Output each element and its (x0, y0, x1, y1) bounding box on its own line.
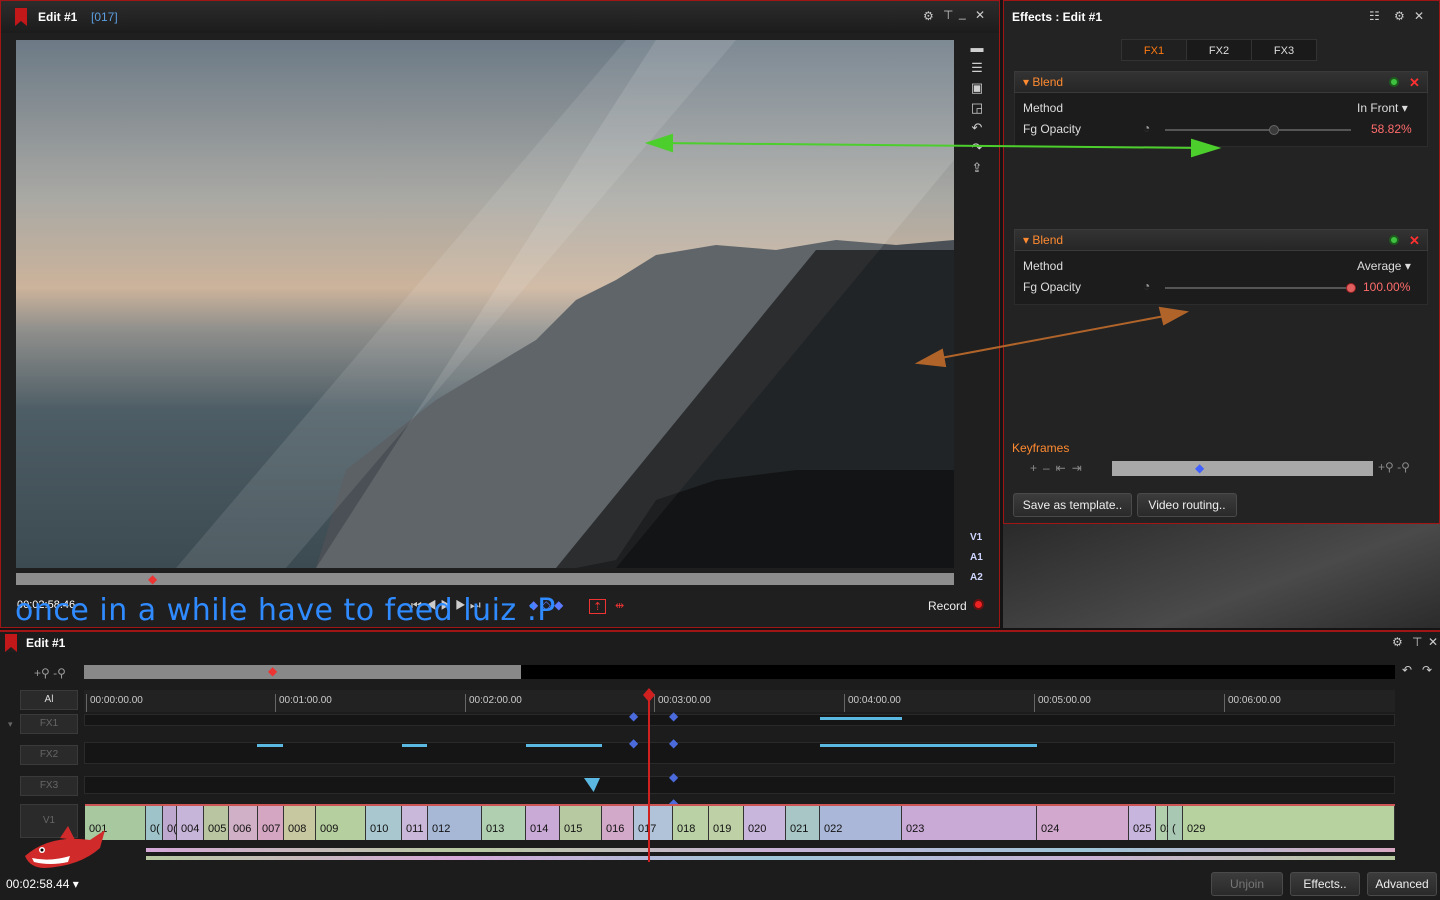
clip[interactable]: 011 (402, 806, 428, 840)
clip[interactable]: 004 (177, 806, 204, 840)
timeline-title: Edit #1 (26, 636, 66, 650)
track-fx1-header[interactable]: FX1 (20, 714, 78, 734)
clip[interactable]: 005 (204, 806, 229, 840)
clip[interactable]: 019 (709, 806, 744, 840)
clip[interactable]: 018 (673, 806, 709, 840)
clip[interactable]: 013 (482, 806, 526, 840)
clip[interactable]: 007 (258, 806, 284, 840)
clip[interactable]: 025 (1129, 806, 1156, 840)
clip[interactable]: 017 (634, 806, 673, 840)
timeline-timecode[interactable]: 00:02:58.44 ▾ (6, 877, 79, 891)
advanced-button[interactable]: Advanced (1367, 872, 1437, 896)
clip[interactable]: 010 (366, 806, 402, 840)
close-icon[interactable]: ✕ (1428, 635, 1438, 649)
audio-track-a2[interactable] (146, 856, 1395, 860)
clip[interactable]: 006 (229, 806, 258, 840)
fx2-effect[interactable] (820, 744, 1037, 747)
ruler-label: 00:04:00.00 (844, 694, 901, 712)
track-all-button[interactable]: Al (20, 690, 78, 710)
clip[interactable]: 0( (146, 806, 163, 840)
clip[interactable]: 008 (284, 806, 316, 840)
keyframe-marker[interactable]: ◆ (669, 736, 678, 750)
clip[interactable]: 0( (163, 806, 177, 840)
ruler-label: 00:06:00.00 (1224, 694, 1281, 712)
clip[interactable]: 009 (316, 806, 366, 840)
keyframe-marker[interactable]: ◆ (629, 709, 638, 723)
bookmark-icon (5, 634, 17, 652)
playhead[interactable] (648, 690, 650, 862)
clip[interactable]: 020 (744, 806, 786, 840)
clip[interactable]: 024 (1037, 806, 1129, 840)
timeline-timecode-value: 00:02:58.44 (6, 877, 70, 891)
clip[interactable]: 022 (820, 806, 902, 840)
collapse-icon[interactable]: ▾ (8, 719, 13, 730)
ruler-label: 00:02:00.00 (465, 694, 522, 712)
clip[interactable]: 014 (526, 806, 560, 840)
keyframe-marker[interactable]: ◆ (629, 736, 638, 750)
fx1-track[interactable] (84, 714, 1395, 726)
keyframe-marker[interactable]: ◆ (669, 709, 678, 723)
effects-button[interactable]: Effects.. (1290, 872, 1360, 896)
time-ruler[interactable]: 00:00:00.00 00:01:00.00 00:02:00.00 00:0… (84, 690, 1395, 712)
clip[interactable]: ( (1168, 806, 1183, 840)
settings-icon[interactable]: ⚙ (1392, 635, 1403, 649)
clip[interactable]: 012 (428, 806, 482, 840)
audio-track-a1[interactable] (146, 848, 1395, 852)
undo-icon[interactable]: ↶ (1402, 663, 1412, 677)
track-fx3-header[interactable]: FX3 (20, 776, 78, 796)
fx2-effect[interactable] (526, 744, 602, 747)
ruler-label: 00:05:00.00 (1034, 694, 1091, 712)
overview-window[interactable] (84, 665, 521, 679)
clip[interactable]: 015 (560, 806, 602, 840)
zoom-icon[interactable]: +⚲ -⚲ (34, 666, 66, 680)
fx2-effect[interactable] (402, 744, 427, 747)
clip[interactable]: 023 (902, 806, 1037, 840)
pin-icon[interactable]: ⊤ (1412, 635, 1422, 649)
fx3-track[interactable] (84, 776, 1395, 794)
fx1-effect[interactable] (820, 717, 902, 720)
unjoin-button[interactable]: Unjoin (1211, 872, 1283, 896)
ruler-label: 00:00:00.00 (86, 694, 143, 712)
clip[interactable]: 021 (786, 806, 820, 840)
shark-mascot-icon (25, 826, 105, 868)
ruler-label: 00:03:00.00 (654, 694, 711, 712)
ruler-label: 00:01:00.00 (275, 694, 332, 712)
redo-icon[interactable]: ↷ (1422, 663, 1432, 677)
fx2-effect[interactable] (257, 744, 283, 747)
clip[interactable]: 02 (1156, 806, 1172, 840)
clip[interactable]: 029 (1183, 806, 1395, 840)
clip[interactable]: 016 (602, 806, 634, 840)
track-fx2-header[interactable]: FX2 (20, 745, 78, 765)
keyframe-marker[interactable]: ◆ (669, 770, 678, 784)
overview-playhead[interactable]: ◆ (268, 664, 277, 678)
